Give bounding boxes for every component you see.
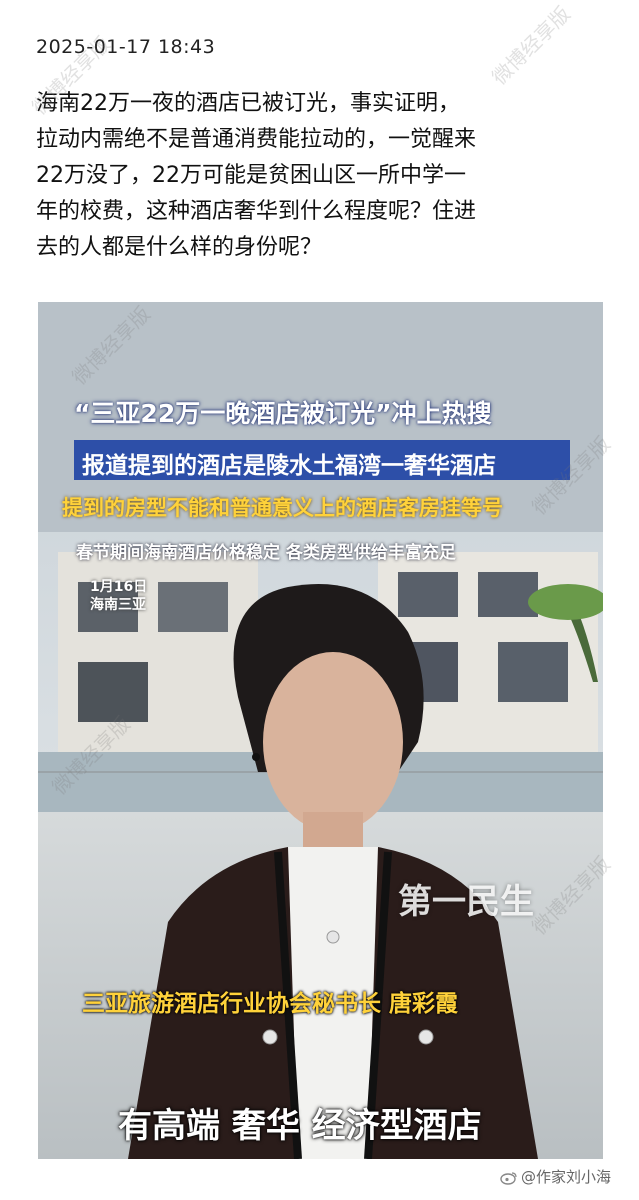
post-text-line: 去的人都是什么样的身份呢？ xyxy=(36,235,323,260)
video-location: 海南三亚 xyxy=(90,597,146,613)
post-text-line: 22万没了，22万可能是贫困山区一所中学一 xyxy=(36,163,466,188)
video-caption-banner-text: 报道提到的酒店是陵水土福湾一奢华酒店 xyxy=(82,453,496,479)
video-date: 1月16日 xyxy=(90,579,148,595)
author-credit-text: @作家刘小海 xyxy=(521,1168,612,1186)
video-date-location: 1月16日 海南三亚 xyxy=(90,578,147,614)
weibo-icon xyxy=(500,1171,517,1185)
speaker-name-caption: 三亚旅游酒店行业协会秘书长 唐彩霞 xyxy=(82,991,459,1017)
post-timestamp: 2025-01-17 18:43 xyxy=(36,36,216,58)
video-subtitle: 有高端 奢华 经济型酒店 xyxy=(118,1106,482,1146)
post-text: 海南22万一夜的酒店已被订光，事实证明， 拉动内需绝不是普通消费能拉动的，一觉醒… xyxy=(36,86,606,266)
author-credit[interactable]: @作家刘小海 xyxy=(500,1166,611,1187)
post-text-line: 拉动内需绝不是普通消费能拉动的，一觉醒来 xyxy=(36,127,477,152)
post-text-line: 年的校费，这种酒店奢华到什么程度呢？住进 xyxy=(36,199,477,224)
watermark: 微博经享版 xyxy=(487,1,575,90)
video-caption-white: 春节期间海南酒店价格稳定 各类房型供给丰富充足 xyxy=(76,543,456,563)
video-caption-yellow: 提到的房型不能和普通意义上的酒店客房挂等号 xyxy=(62,496,503,520)
channel-logo: 第一民生 xyxy=(398,882,534,922)
video-caption-headline: “三亚22万一晚酒店被订光”冲上热搜 xyxy=(74,399,492,428)
post-text-line: 海南22万一夜的酒店已被订光，事实证明， xyxy=(36,91,460,116)
